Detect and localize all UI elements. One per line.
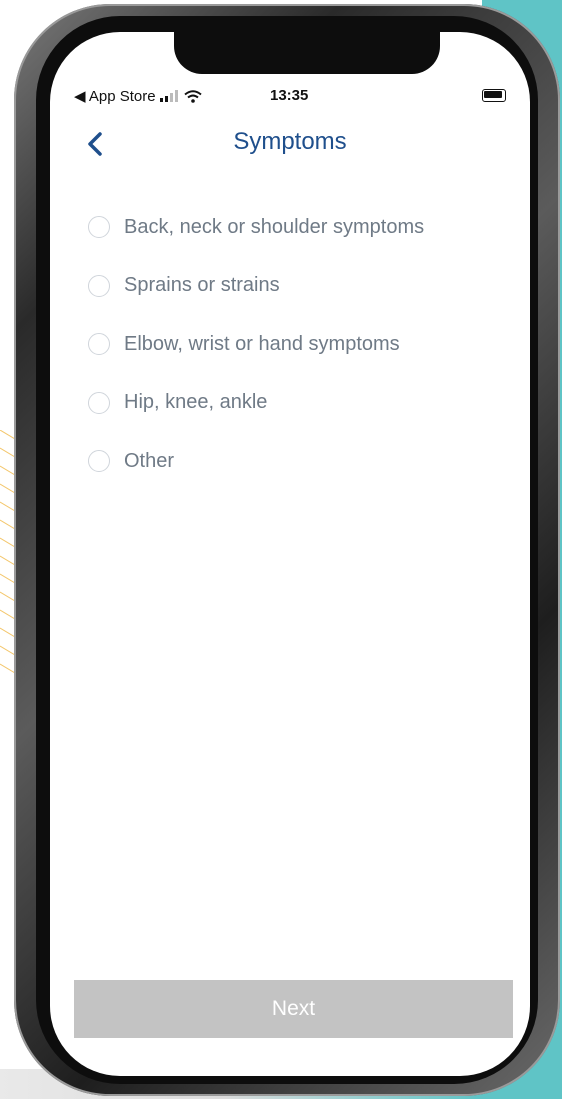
option-hip-knee-ankle[interactable]: Hip, knee, ankle (88, 374, 508, 433)
option-back-neck-shoulder[interactable]: Back, neck or shoulder symptoms (88, 198, 508, 257)
next-button[interactable]: Next (74, 980, 513, 1038)
radio-button[interactable] (88, 333, 110, 356)
option-sprains-strains[interactable]: Sprains or strains (88, 257, 508, 316)
navigation-bar: Symptoms (50, 122, 530, 166)
option-label: Hip, knee, ankle (124, 391, 268, 414)
status-left: ◀ App Store (74, 87, 202, 105)
app-screenshot: ◀ App Store 13:35 Symptoms Back, neck or… (0, 0, 562, 1099)
option-label: Other (124, 449, 175, 472)
radio-button[interactable] (88, 216, 110, 239)
radio-button[interactable] (88, 391, 110, 414)
symptom-options: Back, neck or shoulder symptoms Sprains … (88, 198, 508, 491)
page-title: Symptoms (233, 128, 347, 155)
cellular-signal-icon (159, 90, 178, 102)
radio-button[interactable] (88, 450, 110, 473)
battery-icon (482, 89, 506, 102)
option-other[interactable]: Other (88, 432, 508, 491)
option-label: Sprains or strains (124, 274, 280, 297)
phone-screen: ◀ App Store 13:35 Symptoms Back, neck or… (50, 32, 530, 1076)
radio-button[interactable] (88, 274, 110, 297)
option-label: Back, neck or shoulder symptoms (124, 215, 425, 238)
option-elbow-wrist-hand[interactable]: Elbow, wrist or hand symptoms (88, 315, 508, 374)
status-time: 13:35 (270, 87, 309, 104)
status-bar: ◀ App Store 13:35 (50, 84, 530, 108)
option-label: Elbow, wrist or hand symptoms (124, 332, 400, 355)
phone-notch (174, 32, 440, 74)
wifi-icon (183, 89, 202, 103)
back-to-app-link[interactable]: ◀ App Store (74, 87, 156, 105)
